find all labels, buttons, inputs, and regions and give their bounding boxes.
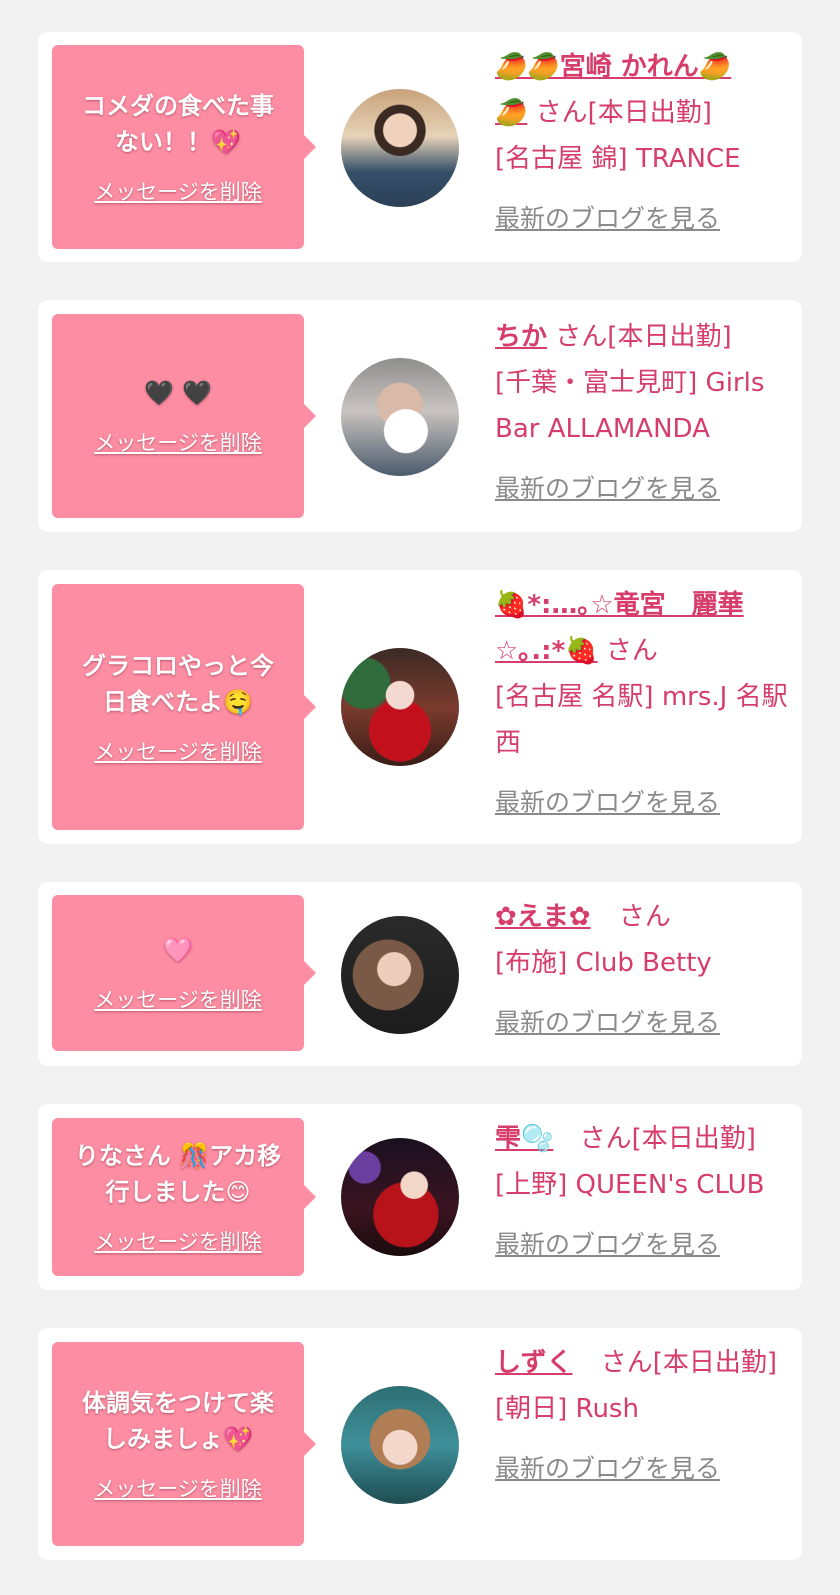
latest-blog-link[interactable]: 最新のブログを見る — [495, 466, 790, 512]
delete-message-link[interactable]: メッセージを削除 — [94, 176, 262, 206]
profile-name-link[interactable]: しずく — [495, 1348, 572, 1378]
profile-name-link[interactable]: 雫🫧 — [495, 1124, 553, 1154]
latest-blog-link[interactable]: 最新のブログを見る — [495, 1000, 790, 1046]
message-card: 🖤 🖤 メッセージを削除 ちか さん[本日出勤] [千葉・富士見町] Girls… — [38, 300, 802, 532]
message-text: 体調気をつけて楽 しみましょ💖 — [82, 1389, 274, 1453]
message-card: 体調気をつけて楽 しみましょ💖 メッセージを削除 しずく さん[本日出勤] [朝… — [38, 1328, 802, 1560]
message-bubble: りなさん 🎊アカ移 行しました😊 メッセージを削除 — [52, 1118, 316, 1276]
message-text: 🩷 — [163, 936, 193, 964]
attendance-status: [本日出勤] — [631, 1124, 756, 1154]
profile-info: 🥭🥭宮崎 かれん🥭 🥭 さん[本日出勤] [名古屋 錦] TRANCE 最新のブ… — [495, 44, 790, 242]
avatar[interactable] — [341, 916, 459, 1034]
profile-info: 雫🫧 さん[本日出勤] [上野] QUEEN's CLUB 最新のブログを見る — [495, 1116, 790, 1268]
delete-message-link[interactable]: メッセージを削除 — [94, 984, 262, 1014]
message-card: コメダの食べた事 ない！！💖 メッセージを削除 🥭🥭宮崎 かれん🥭 🥭 さん[本… — [38, 32, 802, 262]
san-label: さん — [618, 902, 671, 932]
latest-blog-link[interactable]: 最新のブログを見る — [495, 1222, 790, 1268]
san-label: さん — [535, 98, 588, 128]
message-bubble: コメダの食べた事 ない！！💖 メッセージを削除 — [52, 45, 316, 249]
message-card: 🩷 メッセージを削除 ✿えま✿ さん [布施] Club Betty 最新のブロ… — [38, 882, 802, 1066]
san-label: さん — [605, 636, 658, 666]
store-name: [布施] Club Betty — [495, 948, 712, 978]
profile-name-link[interactable]: ✿えま✿ — [495, 902, 591, 932]
delete-message-link[interactable]: メッセージを削除 — [94, 1473, 262, 1503]
message-bubble: 🩷 メッセージを削除 — [52, 895, 316, 1051]
delete-message-link[interactable]: メッセージを削除 — [94, 736, 262, 766]
message-card: グラコロやっと今 日食べたよ🤤 メッセージを削除 🍓*:…｡☆竜宮 麗華 ☆｡.… — [38, 570, 802, 844]
message-text: りなさん 🎊アカ移 行しました😊 — [74, 1142, 282, 1206]
profile-info: ちか さん[本日出勤] [千葉・富士見町] Girls Bar ALLAMAND… — [495, 314, 790, 512]
avatar[interactable] — [341, 358, 459, 476]
profile-info: 🍓*:…｡☆竜宮 麗華 ☆｡.:*🍓 さん [名古屋 名駅] mrs.J 名駅西… — [495, 582, 790, 826]
avatar[interactable] — [341, 89, 459, 207]
san-label: さん — [555, 322, 608, 352]
delete-message-link[interactable]: メッセージを削除 — [94, 427, 262, 457]
san-label: さん — [600, 1348, 653, 1378]
latest-blog-link[interactable]: 最新のブログを見る — [495, 1446, 790, 1492]
latest-blog-link[interactable]: 最新のブログを見る — [495, 780, 790, 826]
message-text: 🖤 🖤 — [143, 379, 213, 407]
san-label: さん — [579, 1124, 632, 1154]
store-name: [名古屋 名駅] mrs.J 名駅西 — [495, 682, 788, 758]
avatar[interactable] — [341, 1386, 459, 1504]
attendance-status: [本日出勤] — [607, 322, 732, 352]
store-name: [朝日] Rush — [495, 1394, 639, 1424]
attendance-status: [本日出勤] — [652, 1348, 778, 1378]
profile-name-link[interactable]: ちか — [495, 322, 547, 352]
delete-message-link[interactable]: メッセージを削除 — [94, 1226, 262, 1256]
avatar[interactable] — [341, 648, 459, 766]
message-bubble: 🖤 🖤 メッセージを削除 — [52, 314, 316, 518]
message-bubble: 体調気をつけて楽 しみましょ💖 メッセージを削除 — [52, 1342, 316, 1546]
avatar[interactable] — [341, 1138, 459, 1256]
message-card: りなさん 🎊アカ移 行しました😊 メッセージを削除 雫🫧 さん[本日出勤] [上… — [38, 1104, 802, 1290]
profile-info: ✿えま✿ さん [布施] Club Betty 最新のブログを見る — [495, 894, 790, 1046]
store-name: [千葉・富士見町] Girls Bar ALLAMANDA — [495, 368, 765, 444]
attendance-status: [本日出勤] — [587, 98, 712, 128]
message-bubble: グラコロやっと今 日食べたよ🤤 メッセージを削除 — [52, 584, 316, 830]
store-name: [上野] QUEEN's CLUB — [495, 1170, 765, 1200]
profile-info: しずく さん[本日出勤] [朝日] Rush 最新のブログを見る — [495, 1340, 790, 1492]
latest-blog-link[interactable]: 最新のブログを見る — [495, 196, 790, 242]
message-text: コメダの食べた事 ない！！💖 — [82, 92, 274, 156]
store-name: [名古屋 錦] TRANCE — [495, 144, 741, 174]
message-text: グラコロやっと今 日食べたよ🤤 — [82, 652, 274, 716]
